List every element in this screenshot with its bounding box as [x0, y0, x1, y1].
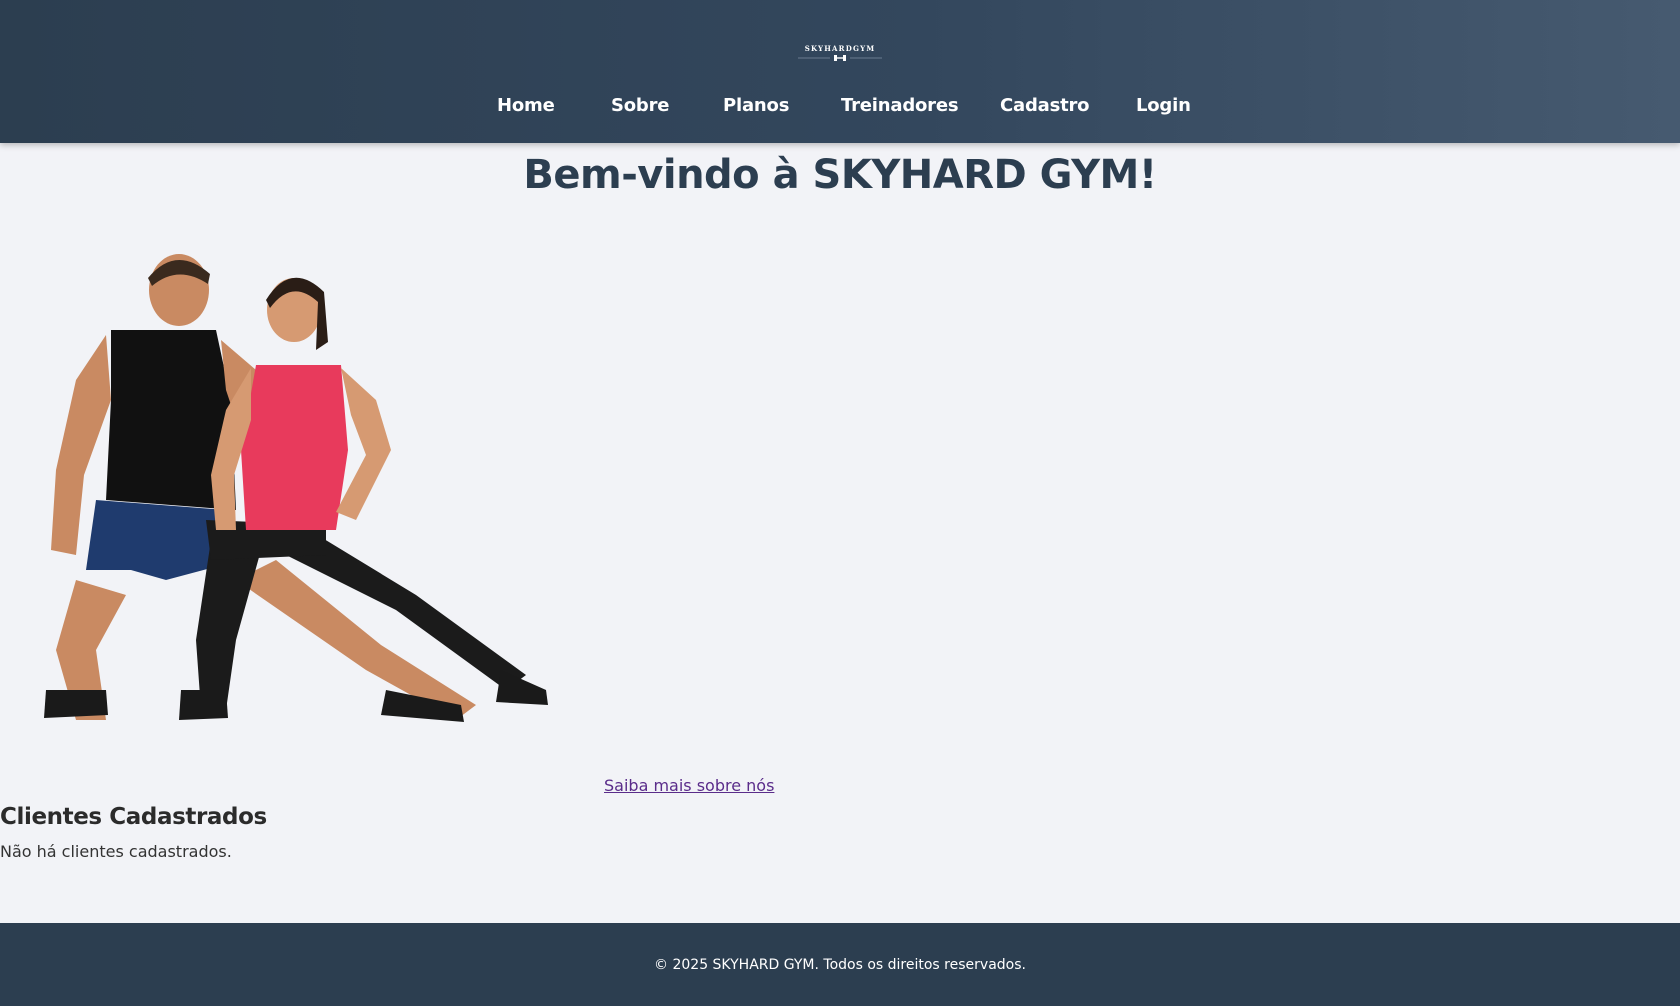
logo-wordmark: SKYHARDGYM: [804, 44, 876, 53]
brand-logo[interactable]: SKYHARDGYM: [796, 44, 884, 64]
nav-home[interactable]: Home: [497, 95, 555, 116]
nav-planos[interactable]: Planos: [723, 95, 789, 116]
dumbbell-icon: [798, 55, 882, 61]
site-header: SKYHARDGYM Home Sobre Planos Treinadores…: [0, 0, 1680, 143]
clients-empty-message: Não há clientes cadastrados.: [0, 842, 232, 861]
footer-copyright: © 2025 SKYHARD GYM. Todos os direitos re…: [654, 957, 1026, 973]
page-title: Bem-vindo à SKYHARD GYM!: [523, 152, 1157, 198]
clients-heading: Clientes Cadastrados: [0, 804, 267, 830]
nav-treinadores[interactable]: Treinadores: [841, 95, 959, 116]
hero-image: [44, 254, 548, 722]
nav-sobre[interactable]: Sobre: [611, 95, 670, 116]
site-footer: © 2025 SKYHARD GYM. Todos os direitos re…: [0, 923, 1680, 1006]
nav-login[interactable]: Login: [1136, 95, 1191, 116]
main-nav: Home Sobre Planos Treinadores Cadastro L…: [0, 95, 1680, 123]
nav-cadastro[interactable]: Cadastro: [1000, 95, 1090, 116]
about-link[interactable]: Saiba mais sobre nós: [604, 776, 774, 795]
